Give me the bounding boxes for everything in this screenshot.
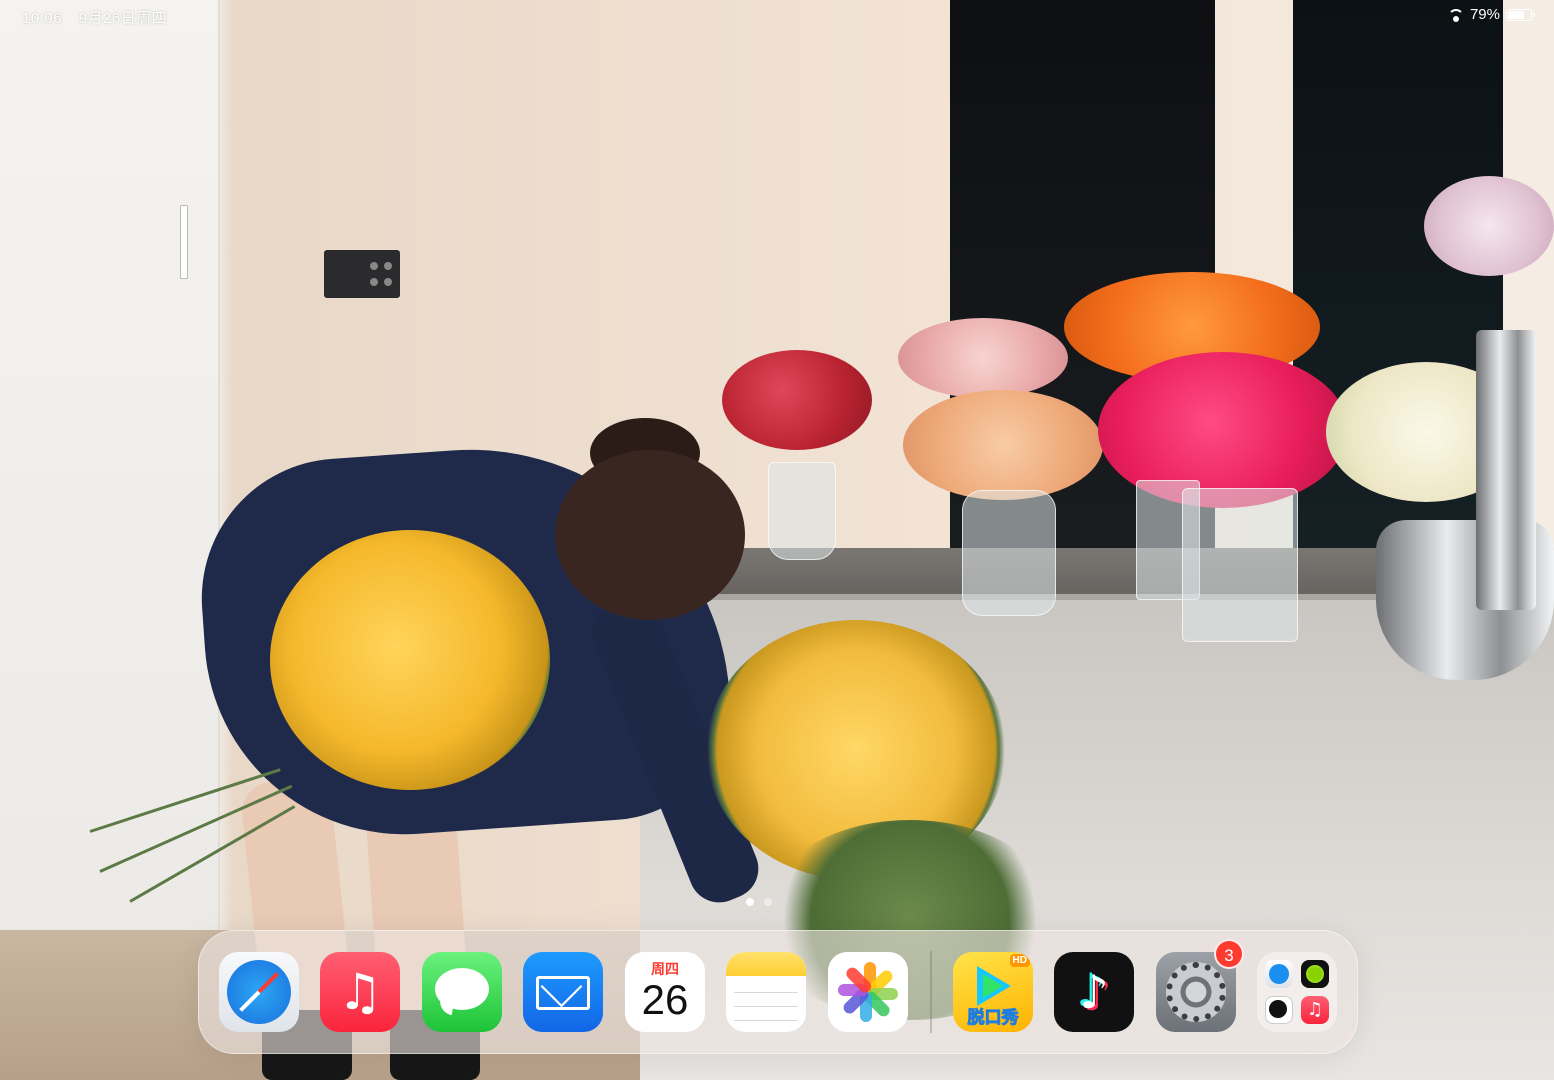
tiktok-note-icon: ♪: [1079, 965, 1109, 1019]
app-library[interactable]: ♫: [1257, 952, 1337, 1032]
mini-safari-icon: [1265, 960, 1293, 988]
wallpaper-door-handle: [180, 205, 188, 279]
wallpaper-door: [0, 0, 220, 960]
mini-music-icon: ♫: [1301, 996, 1329, 1024]
music-note-icon: ♫: [337, 963, 383, 1021]
dock-divider: [930, 951, 932, 1033]
status-date: 9月26日周四: [78, 10, 168, 27]
battery-percent: 79%: [1469, 6, 1500, 23]
status-time: 10:06: [22, 10, 63, 27]
tiktok-app[interactable]: ♪: [1054, 952, 1134, 1032]
notepad-icon: [726, 952, 806, 976]
battery-fill: [1508, 10, 1524, 19]
notepad-line: [734, 992, 798, 993]
app-icon-label: 脱口秀: [967, 1008, 1019, 1029]
messages-app[interactable]: [422, 952, 502, 1032]
photos-app[interactable]: [828, 952, 908, 1032]
battery-icon: [1506, 8, 1535, 21]
mail-app[interactable]: [523, 952, 603, 1032]
wallpaper-person-head: [555, 450, 745, 620]
wallpaper-red-roses: [722, 350, 872, 450]
mini-activity-icon: [1301, 960, 1329, 988]
wifi-icon: [1447, 8, 1464, 22]
dock: ♫ 周四 26 HD 脱口秀 ♪ 3 ♫: [198, 930, 1358, 1054]
wallpaper-vase: [962, 490, 1056, 616]
mini-clock-icon: [1265, 996, 1293, 1024]
wallpaper: [0, 0, 1554, 1080]
wallpaper-vase: [1182, 488, 1298, 642]
notepad-line: [734, 1006, 798, 1007]
notepad-line: [734, 1020, 798, 1021]
page-dot[interactable]: [746, 898, 754, 906]
hd-badge: HD: [1009, 954, 1030, 967]
speech-bubble-tail: [437, 998, 455, 1016]
wallpaper-light-switch: [324, 250, 400, 298]
music-app[interactable]: ♫: [320, 952, 400, 1032]
notification-badge: 3: [1214, 939, 1244, 969]
tencent-video-app[interactable]: HD 脱口秀: [953, 952, 1033, 1032]
notes-app[interactable]: [726, 952, 806, 1032]
wallpaper-chrome-vase: [1476, 330, 1536, 610]
safari-app[interactable]: [219, 952, 299, 1032]
calendar-app[interactable]: 周四 26: [625, 952, 705, 1032]
wallpaper-lilac-roses: [1424, 176, 1554, 276]
tencent-video-play-inner: [983, 974, 1003, 998]
status-bar: 10:06 9月26日周四 79%: [0, 0, 1554, 32]
status-bar-right: 79%: [1447, 6, 1535, 23]
page-dot[interactable]: [764, 898, 772, 906]
wallpaper-vase: [768, 462, 836, 560]
calendar-day: 26: [641, 976, 689, 1023]
wallpaper-pink-roses: [898, 318, 1068, 398]
gear-icon: [1166, 962, 1226, 1022]
wallpaper-yellow-roses: [270, 530, 550, 790]
status-bar-left: 10:06 9月26日周四: [22, 7, 179, 28]
page-indicator[interactable]: [746, 898, 772, 906]
wallpaper-peach-roses: [903, 390, 1103, 500]
